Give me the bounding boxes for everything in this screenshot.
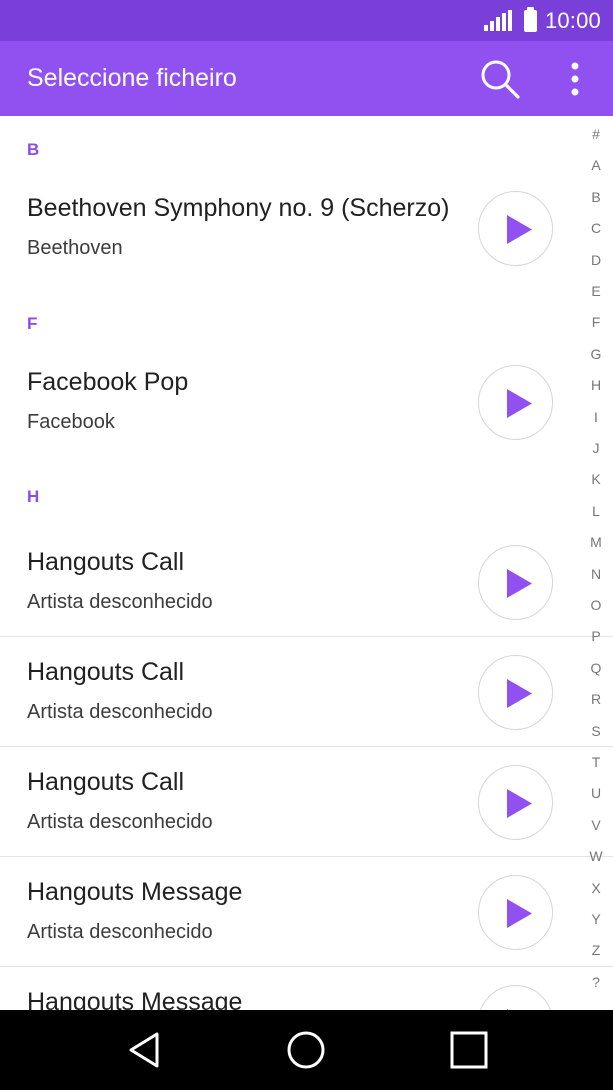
alpha-index-letter[interactable]: T [579, 754, 613, 770]
search-button[interactable] [478, 57, 522, 101]
alpha-index-letter[interactable]: V [579, 817, 613, 833]
play-button[interactable] [478, 545, 553, 620]
alpha-index-letter[interactable]: D [579, 252, 613, 268]
list-item[interactable]: Hangouts Message [0, 967, 613, 1010]
list-item[interactable]: Hangouts Call Artista desconhecido [0, 637, 613, 747]
alpha-index-letter[interactable]: Q [579, 660, 613, 676]
alpha-index-letter[interactable]: A [579, 157, 613, 173]
item-title: Hangouts Message [27, 878, 243, 906]
alpha-index-letter[interactable]: S [579, 723, 613, 739]
status-time: 10:00 [544, 7, 601, 33]
item-subtitle: Beethoven [27, 237, 123, 259]
play-icon [507, 215, 532, 244]
alpha-index-letter[interactable]: M [579, 534, 613, 550]
alpha-index-letter[interactable]: O [579, 597, 613, 613]
alpha-index-letter[interactable]: R [579, 691, 613, 707]
back-button[interactable] [124, 1028, 168, 1072]
alpha-index-letter[interactable]: I [579, 409, 613, 425]
alpha-index-letter[interactable]: K [579, 471, 613, 487]
alphabet-index-scrollbar[interactable]: # A B C D E F G H I J K L M N O P Q R S T U V W X Y Z? [579, 116, 613, 1010]
item-subtitle: Artista desconhecido [27, 811, 213, 833]
list-item[interactable]: Hangouts Call Artista desconhecido [0, 527, 613, 637]
status-bar: 10:00 [0, 0, 613, 41]
alpha-index-letter[interactable]: Y [579, 911, 613, 927]
alpha-index-letter[interactable]: H [579, 377, 613, 393]
list-item[interactable]: Hangouts Message Artista desconhecido [0, 857, 613, 967]
alpha-index-letter[interactable]: L [579, 503, 613, 519]
recents-button[interactable] [447, 1028, 491, 1072]
page-title: Seleccione ficheiro [27, 64, 237, 92]
item-title: Hangouts Call [27, 658, 185, 686]
item-subtitle: Artista desconhecido [27, 591, 213, 613]
play-icon [507, 789, 532, 818]
signal-icon [483, 9, 512, 31]
play-icon [507, 569, 532, 598]
alpha-index-letter[interactable]: F [579, 314, 613, 330]
alpha-index-letter[interactable]: U [579, 785, 613, 801]
alpha-index-letter[interactable]: E [579, 283, 613, 299]
alpha-index-letter[interactable]: N [579, 566, 613, 582]
home-circle-icon [287, 1031, 325, 1069]
battery-icon [523, 6, 537, 32]
ringtone-list: B Beethoven Symphony no. 9 (Scherzo) Bee… [0, 116, 613, 1010]
list-item[interactable]: Facebook Pop Facebook [0, 347, 613, 457]
item-subtitle: Artista desconhecido [27, 921, 213, 943]
play-button[interactable] [478, 875, 553, 950]
play-icon [507, 679, 532, 708]
search-icon [481, 60, 520, 99]
alpha-index-letter[interactable]: Z [579, 942, 613, 958]
item-title: Hangouts Message [27, 988, 243, 1010]
item-title: Hangouts Call [27, 768, 185, 796]
section-header-f: F [27, 314, 38, 333]
play-icon [507, 389, 532, 418]
play-button[interactable] [478, 765, 553, 840]
alpha-index-letter[interactable]: C [579, 220, 613, 236]
section-header-h: H [27, 487, 40, 506]
play-button[interactable] [478, 365, 553, 440]
home-button[interactable] [284, 1028, 328, 1072]
alpha-index-letter[interactable]: ? [579, 974, 613, 990]
alpha-index-letter[interactable]: W [579, 848, 613, 864]
play-icon [507, 899, 532, 928]
back-triangle-icon [129, 1032, 159, 1068]
item-title: Beethoven Symphony no. 9 (Scherzo) [27, 194, 450, 222]
item-title: Hangouts Call [27, 548, 185, 576]
more-options-button[interactable] [560, 57, 590, 101]
play-icon [507, 1009, 509, 1010]
status-icons: 10:00 [483, 0, 601, 41]
section-header-b: B [27, 140, 40, 159]
play-button[interactable] [478, 985, 553, 1010]
play-button[interactable] [478, 655, 553, 730]
item-title: Facebook Pop [27, 368, 189, 396]
alpha-index-letter[interactable]: B [579, 189, 613, 205]
navigation-bar [0, 1010, 613, 1090]
alpha-index-letter[interactable]: P [579, 628, 613, 644]
item-subtitle: Artista desconhecido [27, 701, 213, 723]
alpha-index-letter[interactable]: G [579, 346, 613, 362]
alpha-index-letter[interactable]: J [579, 440, 613, 456]
list-item[interactable]: Hangouts Call Artista desconhecido [0, 747, 613, 857]
alpha-index-letter[interactable]: # [579, 126, 613, 142]
app-bar: Seleccione ficheiro [0, 41, 613, 116]
recents-square-icon [450, 1031, 488, 1069]
item-subtitle: Facebook [27, 411, 115, 433]
list-item[interactable]: Beethoven Symphony no. 9 (Scherzo) Beeth… [0, 173, 613, 283]
alpha-index-letter[interactable]: X [579, 880, 613, 896]
play-button[interactable] [478, 191, 553, 266]
more-vert-icon [571, 62, 579, 96]
